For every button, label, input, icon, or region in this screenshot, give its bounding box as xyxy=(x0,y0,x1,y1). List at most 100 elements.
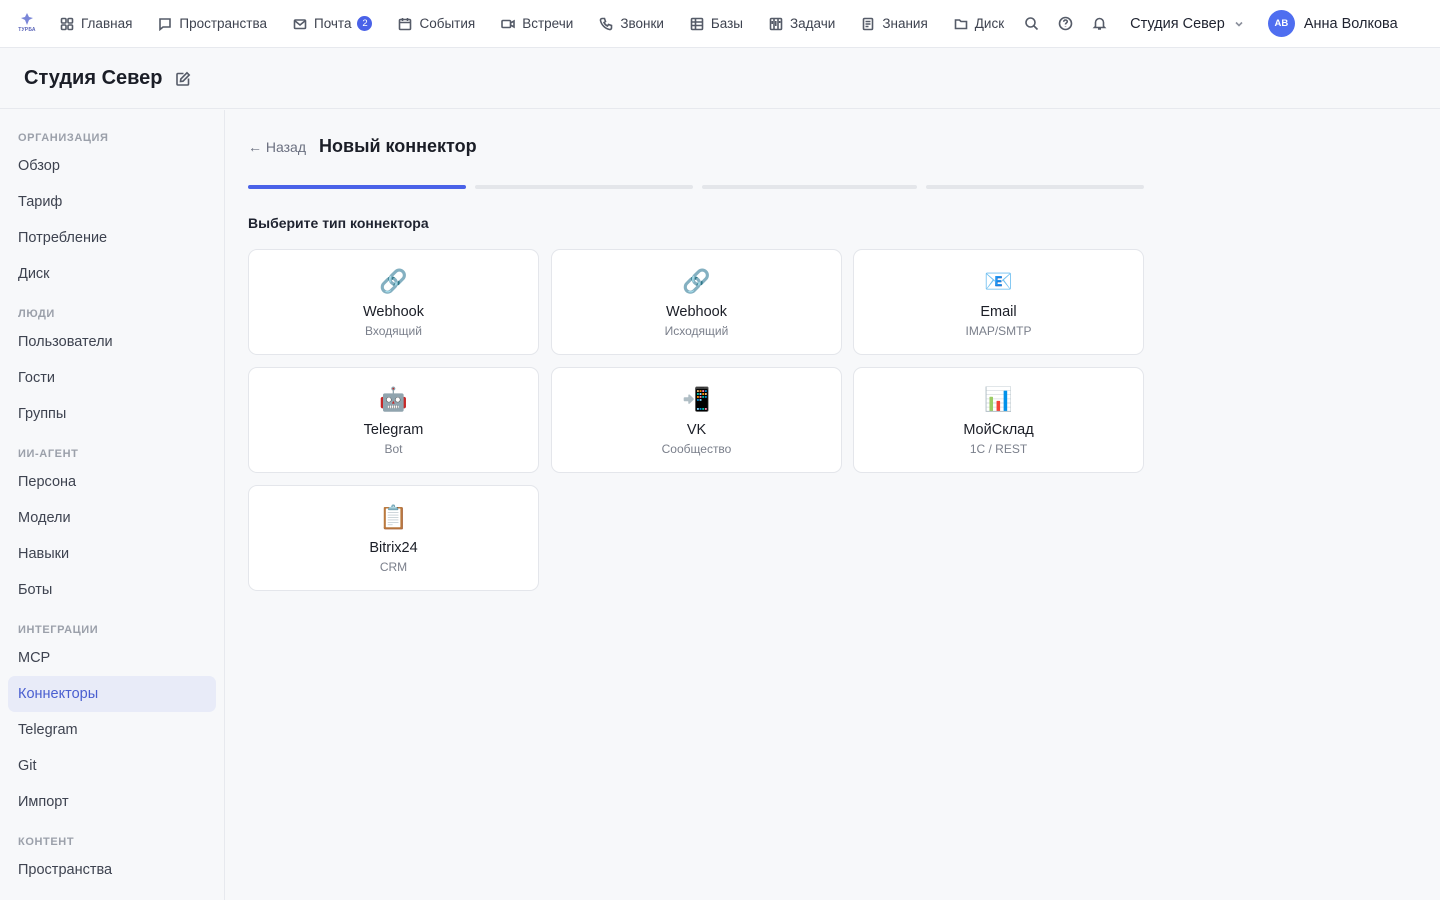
avatar: АВ xyxy=(1267,10,1295,37)
connector-card-email[interactable]: 📧 Email IMAP/SMTP xyxy=(853,249,1144,355)
settings-sidebar: ОРГАНИЗАЦИЯ Обзор Тариф Потребление Диск… xyxy=(0,110,225,900)
top-navigation-bar: ТУРБА Главная Пространства Почта 2 Событ… xyxy=(0,0,1440,48)
sidebar-item-models[interactable]: Модели xyxy=(8,500,216,536)
chat-icon xyxy=(159,17,172,31)
sidebar-item-mcp[interactable]: MCP xyxy=(8,640,216,676)
nav-item-label: События xyxy=(419,16,476,31)
video-icon xyxy=(501,19,516,28)
sidebar-item-groups[interactable]: Группы xyxy=(8,396,216,432)
nav-item-home[interactable]: Главная xyxy=(60,16,132,31)
connector-card-webhook-outgoing[interactable]: 🔗 Webhook Исходящий xyxy=(551,249,842,355)
connector-subtitle: Сообщество xyxy=(661,442,732,456)
grid-icon xyxy=(60,17,74,30)
wizard-step xyxy=(474,185,693,189)
kanban-icon xyxy=(769,17,783,30)
connector-name: Webhook xyxy=(666,304,727,320)
mail-icon xyxy=(293,18,307,29)
sidebar-item-persona[interactable]: Персона xyxy=(8,464,216,500)
sidebar-item-telegram[interactable]: Telegram xyxy=(8,712,216,748)
mobile-icon: 📲 xyxy=(682,386,711,412)
main-content: ← Назад Новый коннектор Выберите тип кон… xyxy=(226,110,1440,900)
sidebar-section-title: КОНТЕНТ xyxy=(18,836,75,848)
user-menu[interactable]: АВ Анна Волкова xyxy=(1267,10,1398,37)
top-actions xyxy=(1014,7,1116,41)
page-title: Студия Север xyxy=(24,67,163,89)
org-switcher[interactable]: Студия Север xyxy=(1130,16,1244,32)
nav-item-label: Главная xyxy=(81,16,133,31)
connector-subtitle: CRM xyxy=(379,560,408,574)
table-icon xyxy=(690,17,704,30)
nav-item-label: Почта xyxy=(313,16,352,31)
nav-item-tasks[interactable]: Задачи xyxy=(769,16,835,31)
wizard-step xyxy=(926,185,1144,189)
breadcrumb: ← Назад Новый коннектор xyxy=(248,136,477,157)
edit-title-button[interactable] xyxy=(174,70,192,88)
connector-name: Telegram xyxy=(363,422,424,438)
sidebar-item-guests[interactable]: Гости xyxy=(8,360,216,396)
sidebar-item-skills[interactable]: Навыки xyxy=(8,536,216,572)
org-name: Студия Север xyxy=(1130,15,1225,32)
robot-icon: 🤖 xyxy=(379,386,408,412)
user-name: Анна Волкова xyxy=(1303,15,1398,32)
nav-item-calls[interactable]: Звонки xyxy=(599,16,664,31)
sidebar-item-spaces[interactable]: Пространства xyxy=(8,852,216,888)
phone-icon xyxy=(599,17,613,30)
notifications-button[interactable] xyxy=(1082,7,1116,41)
sidebar-item-git[interactable]: Git xyxy=(8,748,216,784)
sidebar-item-bots[interactable]: Боты xyxy=(8,572,216,608)
wizard-step xyxy=(248,185,466,189)
nav-item-spaces[interactable]: Пространства xyxy=(158,16,267,31)
logo-text: ТУРБА xyxy=(18,26,36,33)
connector-subtitle: Входящий xyxy=(365,324,422,338)
help-icon xyxy=(1058,16,1072,31)
clipboard-icon: 📋 xyxy=(379,504,408,530)
nav-item-events[interactable]: События xyxy=(398,16,475,31)
nav-item-mail[interactable]: Почта 2 xyxy=(293,16,373,31)
wizard-title: Новый коннектор xyxy=(319,136,477,156)
connector-card-moysklad[interactable]: 📊 МойСклад 1С / REST xyxy=(853,367,1144,473)
wizard-progress xyxy=(248,185,1144,189)
nav-item-label: Пространства xyxy=(179,16,267,31)
connector-card-telegram[interactable]: 🤖 Telegram Bot xyxy=(248,367,539,473)
help-button[interactable] xyxy=(1048,7,1082,41)
unread-count-badge: 2 xyxy=(357,16,373,31)
sidebar-item-disk[interactable]: Диск xyxy=(8,256,216,292)
section-heading: Выберите тип коннектора xyxy=(248,215,429,231)
connector-subtitle: Исходящий xyxy=(664,324,729,338)
nav-item-label: Знания xyxy=(882,16,928,31)
app-logo[interactable]: ТУРБА xyxy=(16,12,38,36)
connector-name: Webhook xyxy=(363,304,424,320)
calendar-icon xyxy=(399,17,412,30)
edit-icon xyxy=(175,71,190,86)
nav-item-label: Задачи xyxy=(790,16,836,31)
connector-card-webhook-incoming[interactable]: 🔗 Webhook Входящий xyxy=(248,249,539,355)
nav-item-label: Диск xyxy=(974,16,1005,31)
link-icon: 🔗 xyxy=(682,268,711,294)
connector-subtitle: Bot xyxy=(384,442,403,456)
search-icon xyxy=(1024,17,1038,31)
sidebar-item-overview[interactable]: Обзор xyxy=(8,148,216,184)
wizard-step xyxy=(701,185,918,189)
nav-item-databases[interactable]: Базы xyxy=(690,16,743,31)
connector-name: VK xyxy=(686,422,707,438)
sidebar-section-title: ОРГАНИЗАЦИЯ xyxy=(18,132,109,144)
sidebar-section-title: ИИ-АГЕНТ xyxy=(18,448,79,460)
book-icon xyxy=(863,17,874,30)
nav-item-disk[interactable]: Диск xyxy=(954,16,1004,31)
search-button[interactable] xyxy=(1014,7,1048,41)
nav-item-label: Звонки xyxy=(620,16,664,31)
nav-item-meetings[interactable]: Встречи xyxy=(501,16,573,31)
connector-card-vk[interactable]: 📲 VK Сообщество xyxy=(551,367,842,473)
logo-icon xyxy=(21,12,33,25)
connector-name: МойСклад xyxy=(963,422,1034,438)
sidebar-item-usage[interactable]: Потребление xyxy=(8,220,216,256)
nav-item-knowledge[interactable]: Знания xyxy=(861,16,928,31)
connector-card-bitrix24[interactable]: 📋 Bitrix24 CRM xyxy=(248,485,539,591)
sidebar-item-users[interactable]: Пользователи xyxy=(8,324,216,360)
sidebar-item-plan[interactable]: Тариф xyxy=(8,184,216,220)
sidebar-item-connectors[interactable]: Коннекторы xyxy=(8,676,216,712)
back-link[interactable]: ← Назад xyxy=(248,139,306,155)
email-icon: 📧 xyxy=(984,268,1013,294)
sidebar-section-title: ИНТЕГРАЦИИ xyxy=(18,624,99,636)
sidebar-item-import[interactable]: Импорт xyxy=(8,784,216,820)
